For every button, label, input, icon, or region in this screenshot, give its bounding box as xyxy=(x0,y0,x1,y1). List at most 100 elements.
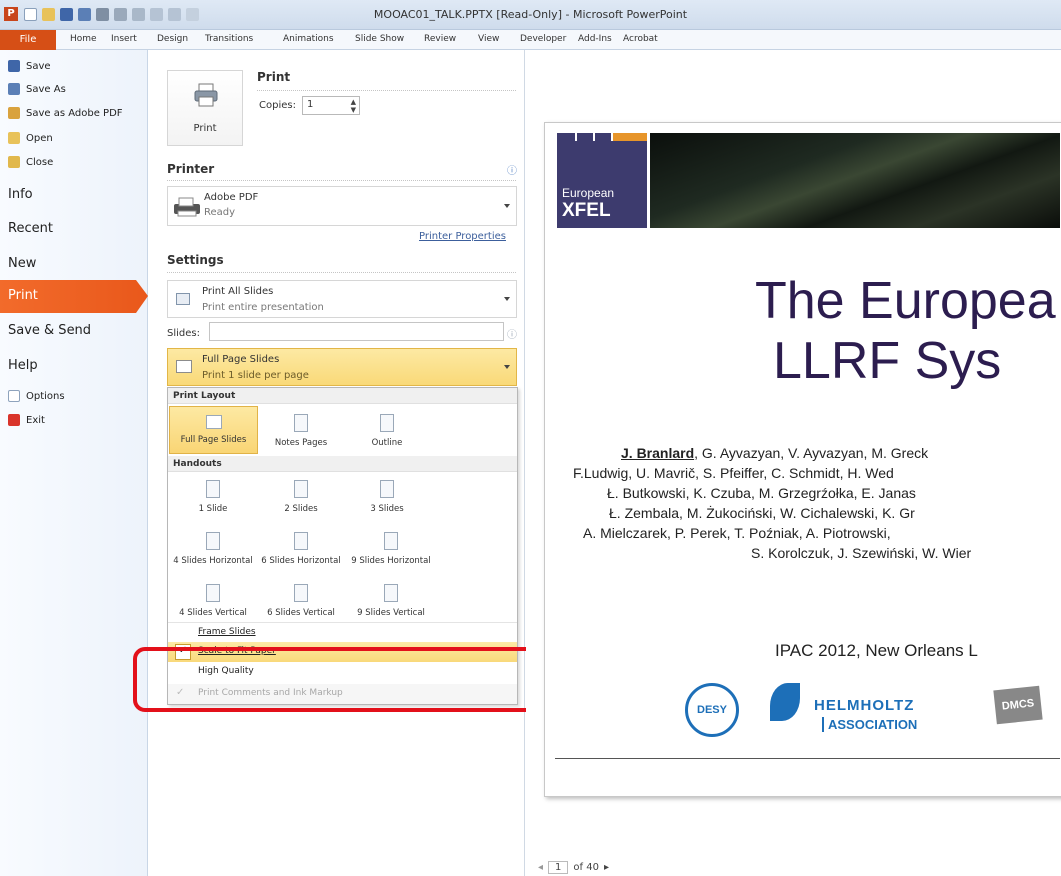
tab-transitions[interactable]: Transitions xyxy=(205,34,253,44)
nav-save-as-pdf[interactable]: Save as Adobe PDF xyxy=(8,107,123,119)
handout-9-vertical[interactable]: 9 Slides Vertical xyxy=(348,584,434,618)
slide-title-line1: The Europea xyxy=(755,272,1056,330)
logo-text-xfel: XFEL xyxy=(562,200,611,221)
slide-venue: IPAC 2012, New Orleans L xyxy=(775,641,978,660)
nav-close[interactable]: Close xyxy=(8,156,53,168)
outline-icon xyxy=(380,414,394,432)
tab-add-ins[interactable]: Add-Ins xyxy=(578,34,612,44)
tab-file[interactable]: File xyxy=(0,30,56,50)
menu-header-handouts: Handouts xyxy=(168,456,517,472)
handout-icon xyxy=(294,532,308,550)
slides-input[interactable] xyxy=(209,322,504,341)
nav-save[interactable]: Save xyxy=(8,60,51,72)
nav-options[interactable]: Options xyxy=(8,390,65,402)
nav-save-send[interactable]: Save & Send xyxy=(8,323,91,338)
handout-4-vertical[interactable]: 4 Slides Vertical xyxy=(170,584,256,618)
slides-info-icon[interactable]: ⓘ xyxy=(507,326,517,341)
handout-2-slides[interactable]: 2 Slides xyxy=(258,480,344,514)
tab-acrobat[interactable]: Acrobat xyxy=(623,34,658,44)
nav-open[interactable]: Open xyxy=(8,132,53,144)
tab-home[interactable]: Home xyxy=(70,34,97,44)
menu-header-print-layout: Print Layout xyxy=(168,388,517,404)
frame-slides-option[interactable]: Frame Slides xyxy=(168,622,517,642)
layout-notes-pages[interactable]: Notes Pages xyxy=(258,414,344,448)
nav-exit[interactable]: Exit xyxy=(8,414,45,426)
tab-developer[interactable]: Developer xyxy=(520,34,566,44)
handout-icon xyxy=(206,584,220,602)
handout-6-horizontal[interactable]: 6 Slides Horizontal xyxy=(258,532,344,566)
folder-close-icon xyxy=(8,156,20,168)
options-icon xyxy=(8,390,20,402)
copies-spinner-icon[interactable]: ▲ ▼ xyxy=(351,98,356,114)
handout-icon xyxy=(206,480,220,498)
next-page-icon[interactable]: ▸ xyxy=(604,862,609,873)
notes-page-icon xyxy=(294,414,308,432)
divider xyxy=(167,272,516,273)
save-icon xyxy=(8,60,20,72)
printer-properties-link[interactable]: Printer Properties xyxy=(419,231,506,242)
dmcs-logo: DMCS xyxy=(993,685,1043,725)
handout-4-horizontal[interactable]: 4 Slides Horizontal xyxy=(170,532,256,566)
chevron-down-icon xyxy=(504,365,510,369)
tab-review[interactable]: Review xyxy=(424,34,456,44)
slide-authors: J. Branlard, G. Ayvazyan, V. Ayvazyan, M… xyxy=(551,443,1061,563)
folder-open-icon xyxy=(8,132,20,144)
print-heading: Print xyxy=(257,70,291,84)
backstage-nav: Save Save As Save as Adobe PDF Open Clos… xyxy=(0,50,148,876)
tab-view[interactable]: View xyxy=(478,34,499,44)
printer-info-icon[interactable]: ⓘ xyxy=(507,162,517,177)
slide-footer-rule xyxy=(555,758,1060,759)
author-line: S. Korolczuk, J. Szewiński, W. Wier xyxy=(751,545,972,561)
handout-9-horizontal[interactable]: 9 Slides Horizontal xyxy=(348,532,434,566)
handout-icon xyxy=(380,480,394,498)
tab-slide-show[interactable]: Slide Show xyxy=(355,34,404,44)
desy-logo: DESY xyxy=(685,683,739,737)
nav-info[interactable]: Info xyxy=(8,187,33,202)
author-line: Ł. Butkowski, K. Czuba, M. Grzegrźołka, … xyxy=(607,485,916,501)
chevron-down-icon xyxy=(504,204,510,208)
slides-label: Slides: xyxy=(167,328,200,339)
nav-save-as[interactable]: Save As xyxy=(8,83,66,95)
page-number-input[interactable]: 1 xyxy=(548,861,569,874)
layout-full-page[interactable]: Full Page Slides xyxy=(169,406,258,454)
handout-icon xyxy=(294,584,308,602)
helmholtz-leaf-icon xyxy=(770,683,800,721)
print-range-sub: Print entire presentation xyxy=(202,302,324,313)
lead-author: J. Branlard xyxy=(621,445,695,461)
author-line: J. Branlard, G. Ayvazyan, V. Ayvazyan, M… xyxy=(621,445,929,461)
page-count: of 40 xyxy=(573,862,599,873)
pdf-icon xyxy=(8,107,20,119)
layout-sub: Print 1 slide per page xyxy=(202,370,309,381)
divider xyxy=(257,90,516,91)
nav-recent[interactable]: Recent xyxy=(8,221,53,236)
nav-help[interactable]: Help xyxy=(8,358,38,373)
print-button-label: Print xyxy=(193,123,217,134)
layout-outline[interactable]: Outline xyxy=(344,414,430,448)
logo-text-european: European xyxy=(562,186,615,200)
author-line: Ł. Zembala, M. Żukociński, W. Cichalewsk… xyxy=(609,505,915,521)
association-text: ASSOCIATION xyxy=(822,717,917,732)
print-range-title: Print All Slides xyxy=(202,286,274,297)
ribbon-tabs: Home Insert Design Transitions Animation… xyxy=(0,30,1061,50)
printer-name: Adobe PDF xyxy=(204,192,259,203)
window-title: MOOAC01_TALK.PPTX [Read-Only] - Microsof… xyxy=(373,8,688,21)
nav-new[interactable]: New xyxy=(8,256,36,271)
previous-page-icon[interactable]: ◂ xyxy=(538,862,543,873)
copies-input[interactable]: 1 ▲ ▼ xyxy=(302,96,360,115)
handout-6-vertical[interactable]: 6 Slides Vertical xyxy=(258,584,344,618)
handout-3-slides[interactable]: 3 Slides xyxy=(344,480,430,514)
slide-preview: European XFEL The Europea LLRF Sys J. Br… xyxy=(544,122,1061,797)
tab-animations[interactable]: Animations xyxy=(283,34,334,44)
handout-1-slide[interactable]: 1 Slide xyxy=(170,480,256,514)
print-button[interactable]: Print xyxy=(167,70,243,146)
print-range-dropdown[interactable]: Print All Slides Print entire presentati… xyxy=(167,280,517,318)
full-page-icon xyxy=(205,415,222,429)
slide-title-line2: LLRF Sys xyxy=(773,332,1002,390)
printer-dropdown[interactable]: Adobe PDF Ready xyxy=(167,186,517,226)
tab-design[interactable]: Design xyxy=(157,34,188,44)
nav-print[interactable]: Print xyxy=(0,280,148,313)
tab-insert[interactable]: Insert xyxy=(111,34,137,44)
layout-dropdown[interactable]: Full Page Slides Print 1 slide per page xyxy=(167,348,517,386)
handout-icon xyxy=(384,532,398,550)
copies-label: Copies: xyxy=(259,100,296,111)
